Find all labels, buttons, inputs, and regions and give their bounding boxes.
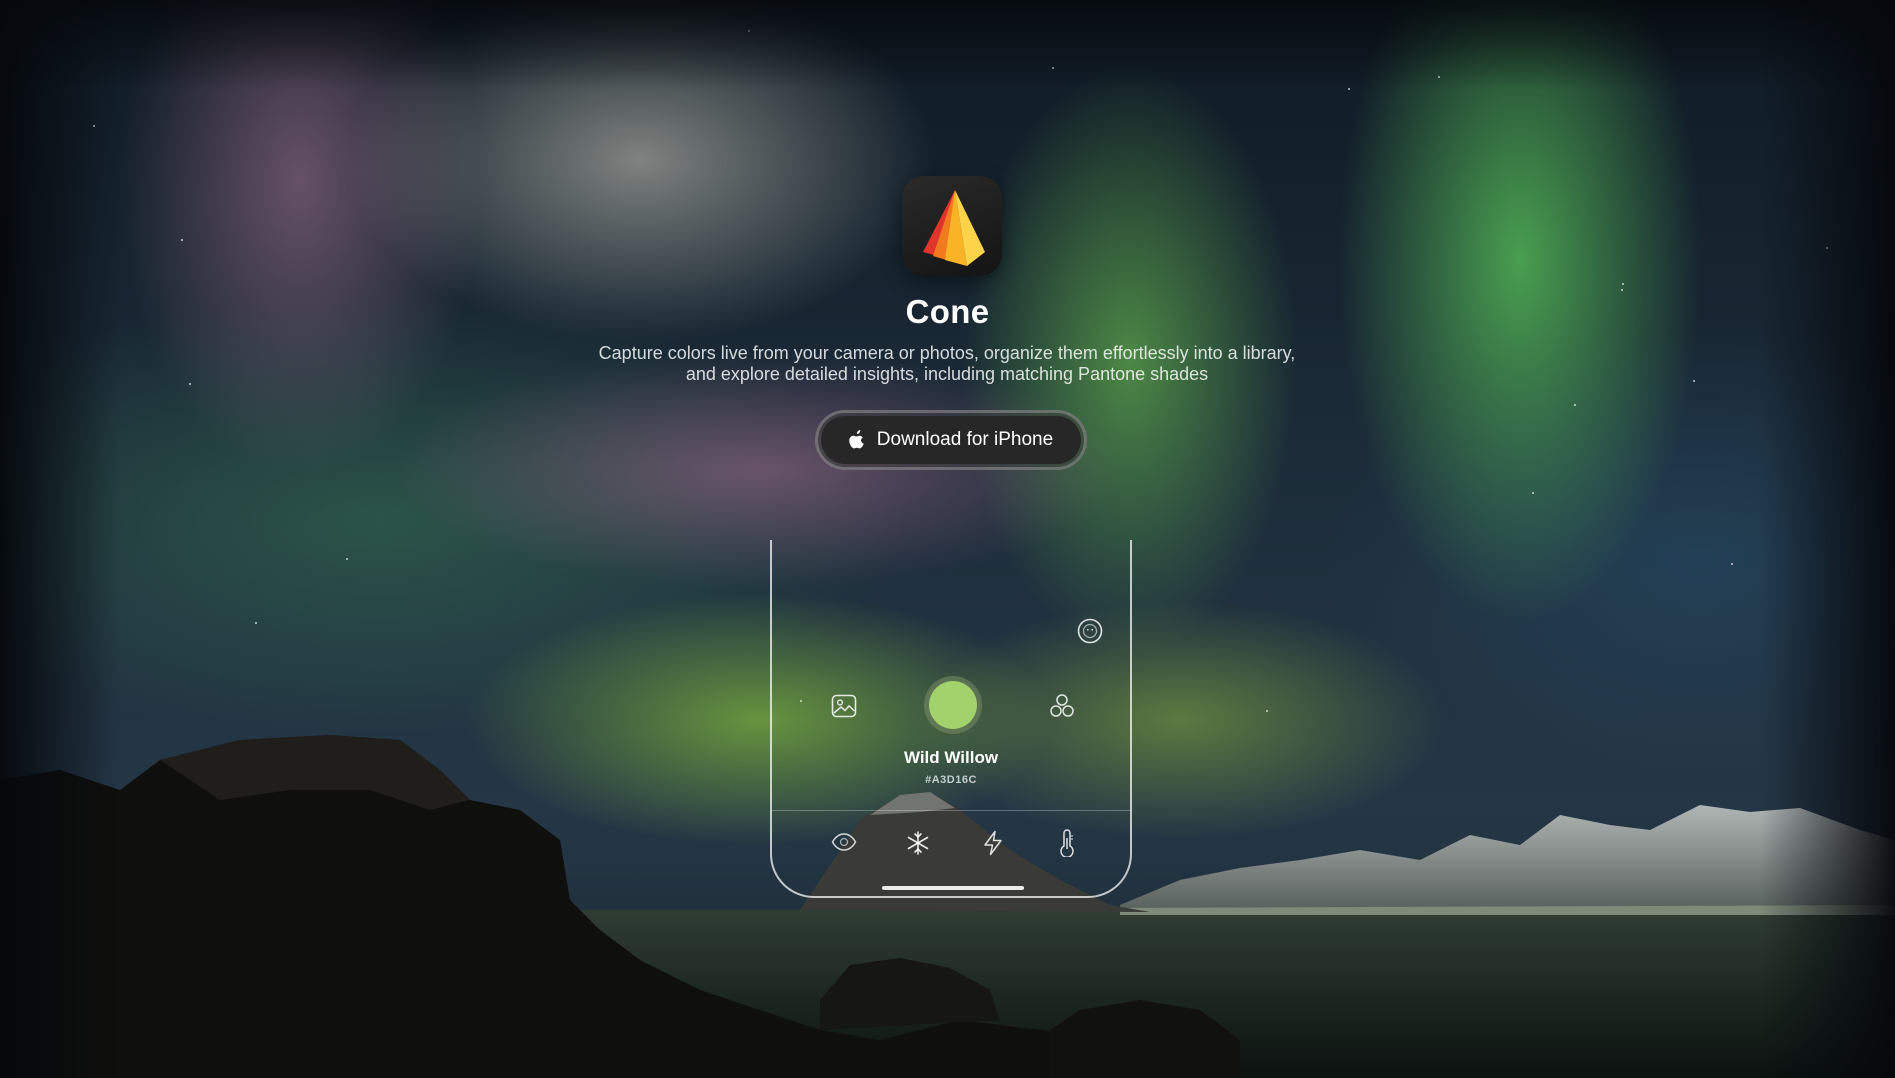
hero-scene: Cone Capture colors live from your camer… [0, 0, 1895, 1078]
snowflake-icon[interactable] [904, 829, 932, 857]
lightning-icon[interactable] [980, 829, 1006, 857]
home-indicator [882, 886, 1024, 890]
cone-logo-icon [923, 190, 985, 266]
color-hex-code[interactable]: #A3D16C [772, 774, 1130, 786]
color-swatch[interactable] [929, 681, 977, 729]
landscape-silhouette [0, 735, 1895, 1078]
download-button-label: Download for iPhone [876, 429, 1054, 450]
download-button-inner[interactable]: Download for iPhone [821, 416, 1081, 464]
cone-app-icon [902, 176, 1002, 276]
app-description: Capture colors live from your camera or … [598, 343, 1296, 384]
thermometer-icon[interactable] [1056, 828, 1078, 858]
download-for-iphone-button[interactable]: Download for iPhone [815, 410, 1087, 470]
circles-icon[interactable] [1048, 692, 1076, 720]
phone-preview: Wild Willow #A3D16C [770, 540, 1132, 898]
apple-icon [849, 430, 867, 450]
color-swatch-ring[interactable] [924, 676, 982, 734]
app-title: Cone [905, 293, 990, 330]
eye-icon[interactable] [830, 831, 858, 853]
image-icon[interactable] [830, 693, 858, 719]
phone-divider [772, 810, 1130, 811]
color-name: Wild Willow [903, 748, 999, 767]
smiley-icon[interactable] [1077, 618, 1103, 644]
